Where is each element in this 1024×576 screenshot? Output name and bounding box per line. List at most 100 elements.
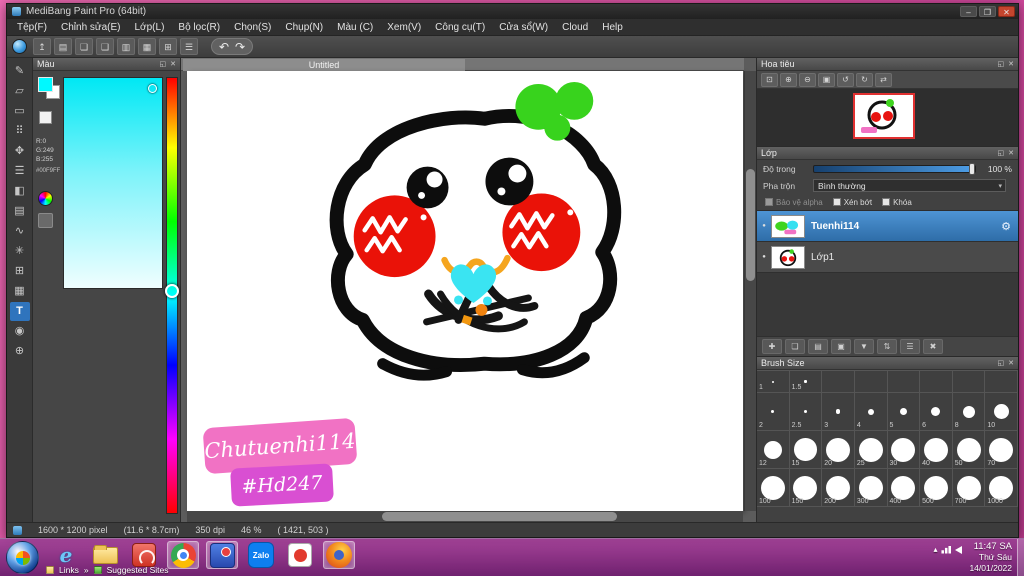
suggested-sites-label[interactable]: Suggested Sites [107,565,169,575]
marquee-tool-icon[interactable]: ▭ [10,102,30,121]
gradient-tool-icon[interactable]: ▤ [10,202,30,221]
divide-tool-icon[interactable]: ⊞ [10,262,30,281]
layer-order-icon[interactable]: ⇅ [877,339,897,354]
show-desktop-button[interactable] [1017,539,1024,576]
export-icon[interactable]: ▤ [54,38,72,55]
nav-actual-pixels-icon[interactable]: ▣ [818,72,835,87]
move-tool-icon[interactable]: ✥ [10,142,30,161]
brush-size-cell[interactable] [887,371,921,393]
brush-size-cell[interactable]: 700 [952,469,986,507]
grid-icon[interactable]: ▦ [138,38,156,55]
firefox-taskbar-icon[interactable] [323,541,355,569]
start-button[interactable] [6,541,39,574]
chrome-taskbar-icon[interactable] [167,541,199,569]
layer-duplicate-icon[interactable]: ❏ [785,339,805,354]
brush-size-cell[interactable]: 4 [854,393,888,431]
brush-size-cell[interactable]: 300 [854,469,888,507]
zoom-tool-icon[interactable]: ⊕ [10,342,30,361]
brush-size-cell[interactable] [985,371,1018,393]
brush-size-cell[interactable]: 200 [822,469,855,507]
pages-icon[interactable]: ▥ [117,38,135,55]
brush-size-cell[interactable] [854,371,888,393]
brush-size-cell[interactable]: 1000 [985,469,1018,507]
brush-size-cell[interactable] [822,371,855,393]
brush-size-cell[interactable]: 40 [920,431,953,469]
brush-size-cell[interactable]: 15 [789,431,823,469]
nav-rotate-left-icon[interactable]: ↺ [837,72,854,87]
layer-delete-icon[interactable]: ✖ [923,339,943,354]
panel-layout-icon[interactable]: ⊞ [159,38,177,55]
navigator-close-icon[interactable]: ✕ [1008,60,1014,68]
brush-close-icon[interactable]: ✕ [1008,359,1014,367]
menu-item[interactable]: Lớp(L) [128,20,172,35]
transparent-color-swatch[interactable] [39,111,52,124]
layers-float-icon[interactable]: ◱ [998,149,1005,157]
brush-size-cell[interactable]: 100 [757,469,790,507]
horizontal-scrollbar[interactable] [187,511,743,522]
brush-float-icon[interactable]: ◱ [998,359,1005,367]
brush-size-cell[interactable]: 20 [822,431,855,469]
menu-item[interactable]: Chụp(N) [278,20,330,35]
saturation-value-picker[interactable] [63,77,163,289]
layer-option-checkbox[interactable]: Bảo vệ alpha [765,198,823,207]
opacity-slider-handle[interactable] [969,162,975,175]
menu-item[interactable]: Tệp(F) [10,20,54,35]
navigator-float-icon[interactable]: ◱ [998,60,1005,68]
nav-fit-icon[interactable]: ⊡ [761,72,778,87]
vertical-scrollbar-thumb[interactable] [746,169,755,281]
menu-item[interactable]: Help [595,20,630,35]
canvas[interactable]: Chutuenhi114 #Hd247 [187,71,743,511]
eraser-tool-icon[interactable]: ▱ [10,82,30,101]
redo-button[interactable]: ↷ [232,39,248,55]
hue-slider[interactable] [165,77,179,514]
brush-size-cell[interactable]: 5 [887,393,921,431]
tray-expand-icon[interactable]: ▴ [933,545,937,554]
layer-row-selected[interactable]: ● Tuenhi114 ⚙ [757,211,1018,242]
menu-item[interactable]: Cloud [555,20,595,35]
close-button[interactable]: ✕ [998,6,1015,17]
menu-item[interactable]: Công cụ(T) [428,20,492,35]
layer-option-checkbox[interactable]: Xén bớt [832,198,872,207]
undo-button[interactable]: ↶ [216,39,232,55]
menu-item[interactable]: Chỉnh sửa(E) [54,20,128,35]
color-sliders-icon[interactable] [38,213,53,228]
opacity-slider[interactable] [813,162,976,175]
nav-zoom-out-icon[interactable]: ⊖ [799,72,816,87]
brush-size-cell[interactable]: 25 [854,431,888,469]
hue-cursor[interactable] [165,284,179,299]
layer-row[interactable]: ● Lớp1 [757,242,1018,273]
material-icon[interactable]: ☰ [180,38,198,55]
navigator-preview[interactable] [757,89,1018,146]
brush-mode-icon[interactable] [12,39,27,54]
save-icon[interactable]: ↥ [33,38,51,55]
sv-cursor[interactable] [148,84,157,93]
shape-tool-icon[interactable]: ▦ [10,282,30,301]
brush-tool-icon[interactable]: ✎ [10,62,30,81]
menu-item[interactable]: Bộ lọc(R) [171,20,227,35]
links-chevron-icon[interactable]: » [84,565,89,575]
taskbar-clock[interactable]: 11:47 SA Thứ Sáu 14/01/2022 [969,541,1012,574]
color-wheel-icon[interactable] [38,191,53,206]
comment-icon[interactable]: ❏ [75,38,93,55]
brush-size-cell[interactable]: 6 [920,393,953,431]
menu-item[interactable]: Màu (C) [330,20,380,35]
brush-size-cell[interactable]: 70 [985,431,1018,469]
foreground-color-swatch[interactable] [38,77,53,92]
chat-icon[interactable]: ❑ [96,38,114,55]
layer-visibility-icon[interactable]: ● [757,254,771,260]
layer-merge-icon[interactable]: ▤ [808,339,828,354]
bucket-tool-icon[interactable]: ◧ [10,182,30,201]
brush-size-cell[interactable]: 8 [952,393,986,431]
brush-size-cell[interactable] [920,371,953,393]
pattern-tool-icon[interactable]: ⠿ [10,122,30,141]
brush-size-cell[interactable]: 500 [920,469,953,507]
titlebar[interactable]: MediBang Paint Pro (64bit) – ❐ ✕ [7,4,1018,19]
layer-add-icon[interactable]: ✚ [762,339,782,354]
nav-rotate-right-icon[interactable]: ↻ [856,72,873,87]
nav-zoom-in-icon[interactable]: ⊕ [780,72,797,87]
minimize-button[interactable]: – [960,6,977,17]
lasso-tool-icon[interactable]: ∿ [10,222,30,241]
nav-reset-icon[interactable]: ⇄ [875,72,892,87]
menu-item[interactable]: Chọn(S) [227,20,278,35]
layer-menu-icon[interactable]: ☰ [900,339,920,354]
